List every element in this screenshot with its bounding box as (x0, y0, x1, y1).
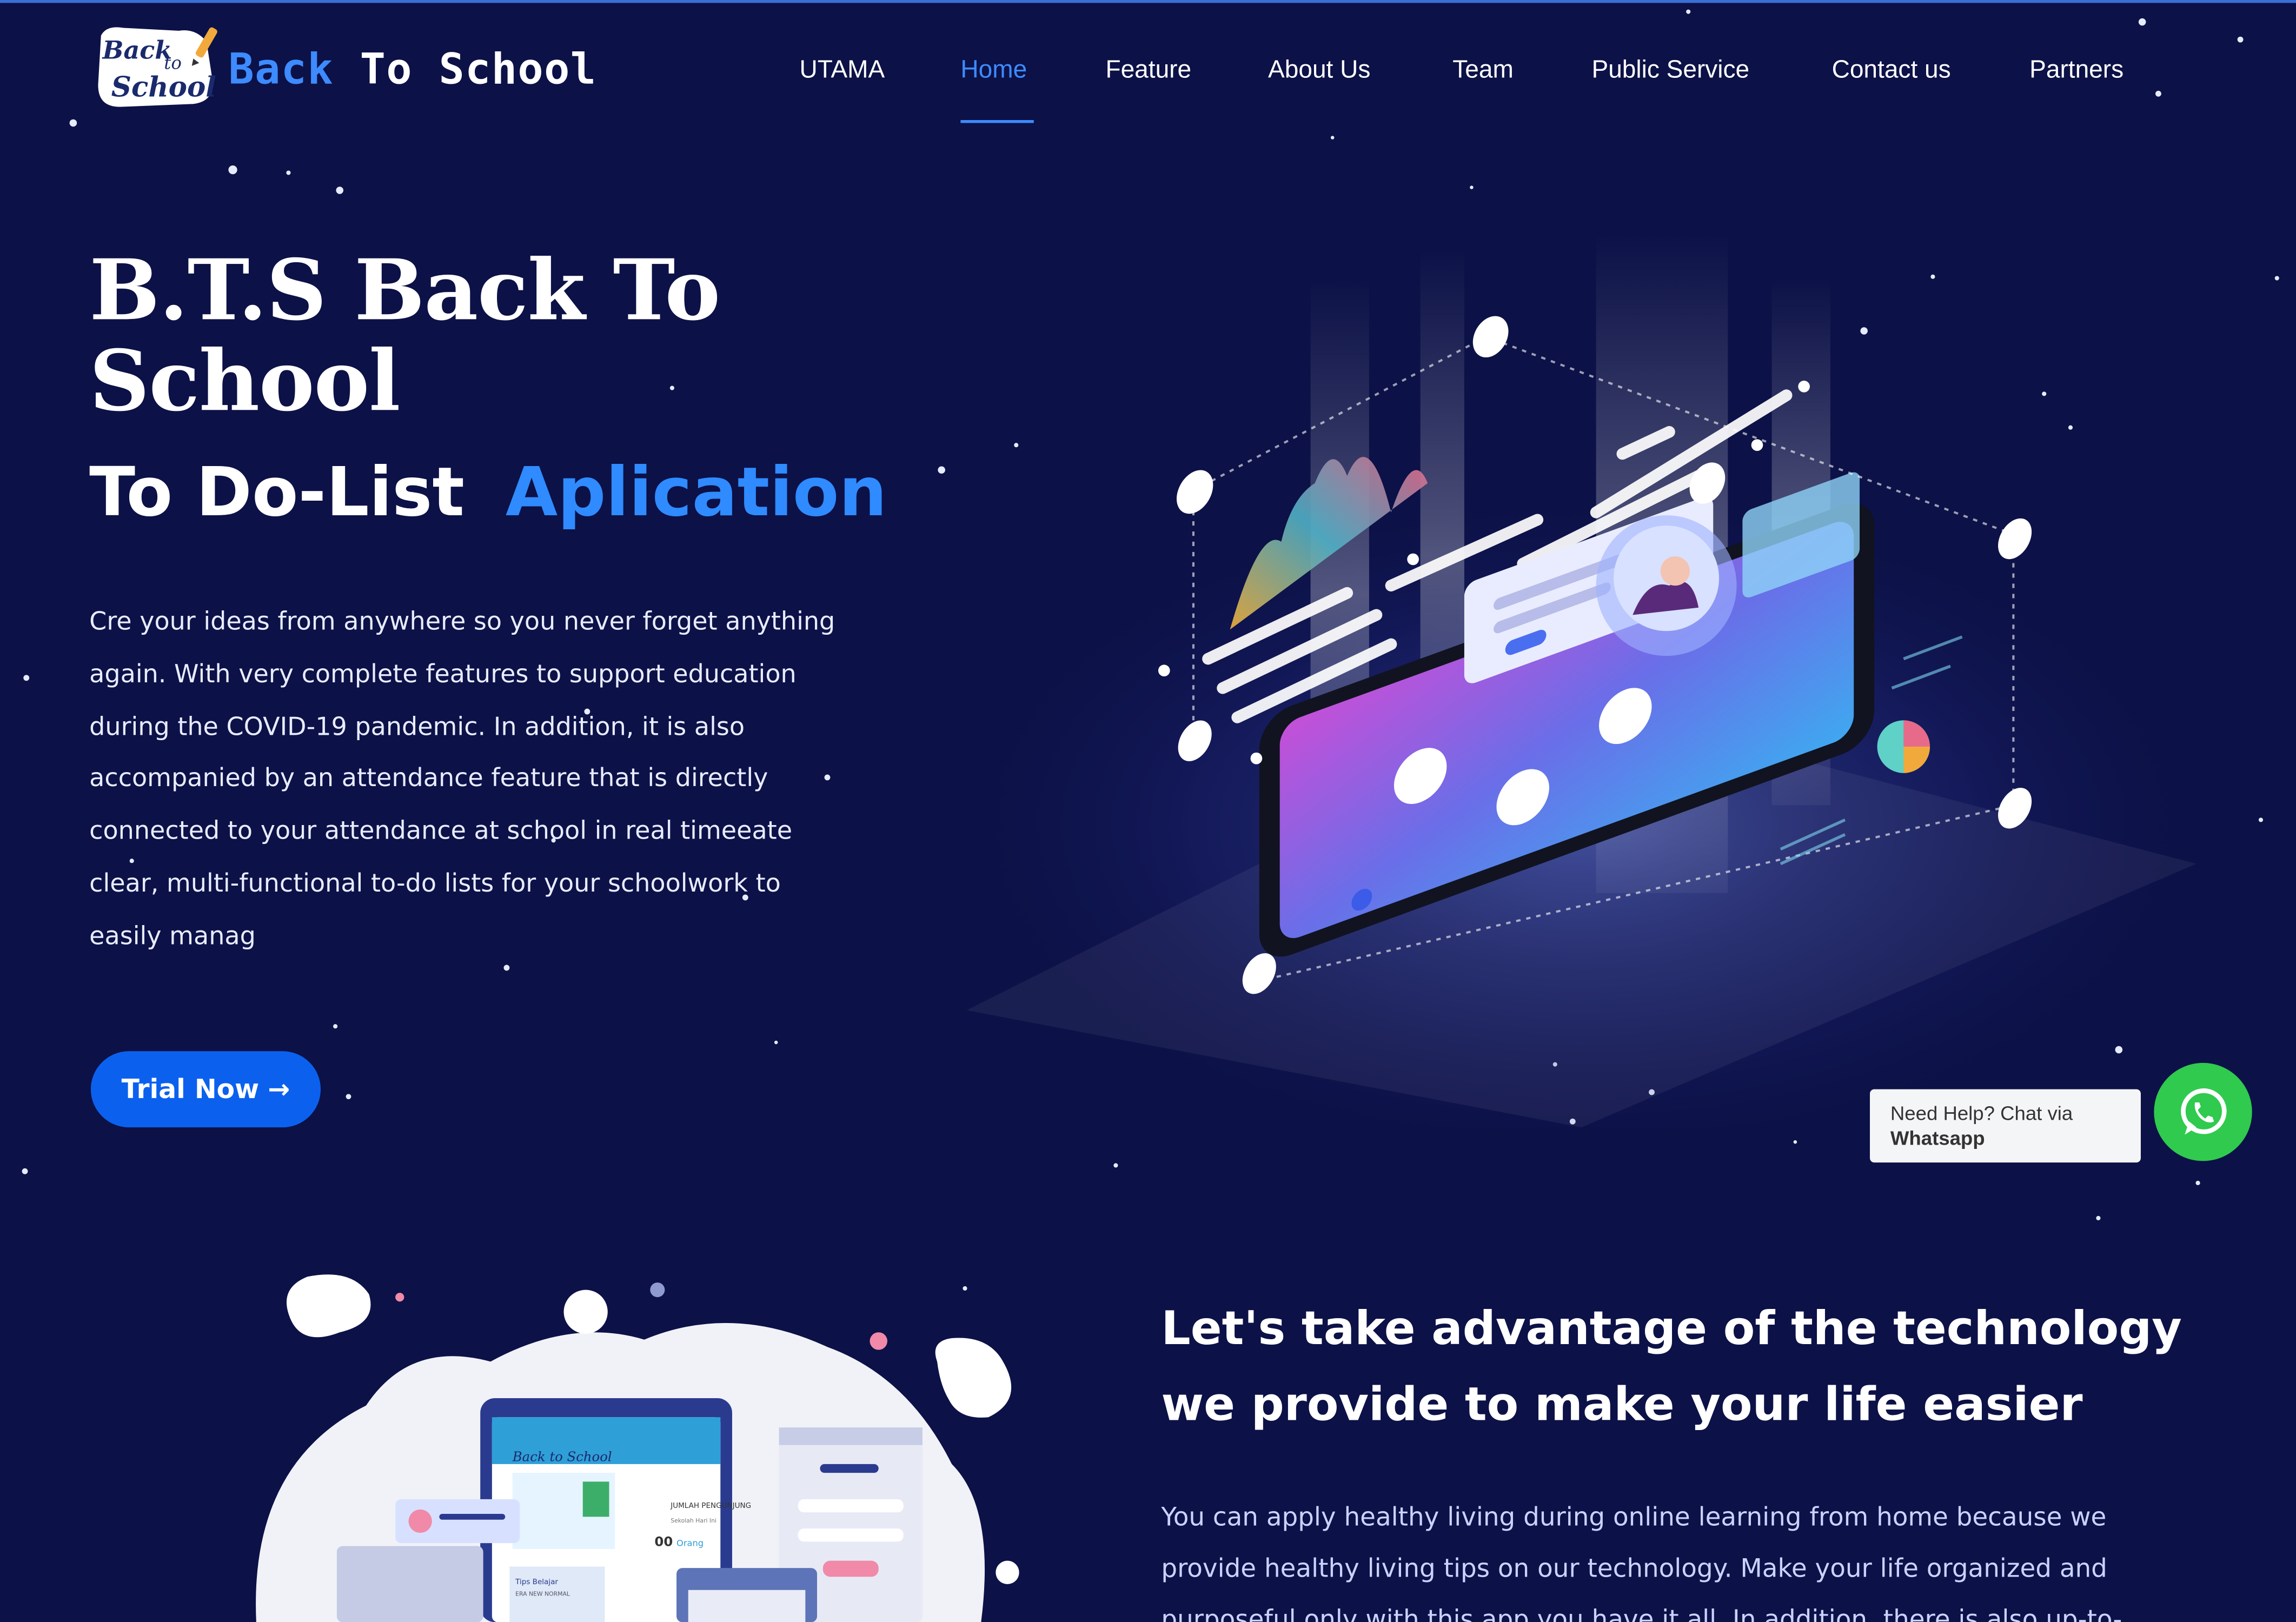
section-description: You can apply healthy living during onli… (1161, 1504, 2122, 1622)
hero-title: B.T.S Back To School (89, 241, 720, 431)
nav-item-utama[interactable]: UTAMA (800, 56, 885, 85)
hero-subtitle-main: To Do-List (89, 452, 464, 531)
nav-item-public-service[interactable]: Public Service (1591, 56, 1749, 85)
hero-description: Cre your ideas from anywhere so you neve… (89, 607, 835, 952)
hero-subtitle: To Do-List Aplication (89, 453, 887, 531)
whatsapp-tooltip-line2: Whatsapp (1890, 1127, 1985, 1149)
app-tips-card-label: Tips Belajar (515, 1578, 558, 1586)
nav-item-partners[interactable]: Partners (2029, 56, 2124, 85)
nav-item-home[interactable]: Home (960, 56, 1027, 85)
main-nav: UTAMA Home Feature About Us Team Public … (0, 56, 2296, 99)
app-screens-illustration: Back to School JUMLAH PENGUNJUNG Sekolah… (256, 1274, 1019, 1622)
whatsapp-icon (2180, 1087, 2226, 1134)
whatsapp-help-tooltip[interactable]: Need Help? Chat via Whatsapp (1869, 1089, 2141, 1163)
app-tips-card-sub: ERA NEW NORMAL (515, 1591, 570, 1598)
nav-item-team[interactable]: Team (1452, 56, 1514, 85)
app-visitor-label: JUMLAH PENGUNJUNG (670, 1501, 751, 1510)
nav-item-contact-us[interactable]: Contact us (1832, 56, 1951, 85)
trial-now-label: Trial Now (121, 1074, 260, 1105)
app-visitor-unit: Orang (676, 1538, 704, 1548)
nav-item-feature[interactable]: Feature (1105, 56, 1191, 85)
nav-item-about-us[interactable]: About Us (1268, 56, 1370, 85)
page: Back to School Back To School UTAMA Home… (0, 0, 2296, 1622)
whatsapp-tooltip-line1: Need Help? Chat via (1890, 1102, 2073, 1125)
trial-now-button[interactable]: Trial Now → (90, 1051, 321, 1128)
phone-isometric-illustration (923, 234, 2226, 1128)
hero-subtitle-accent: Aplication (505, 452, 887, 531)
whatsapp-chat-button[interactable] (2154, 1062, 2252, 1161)
section-title: Let's take advantage of the technology w… (1161, 1303, 2182, 1432)
app-visitor-count: 00 (654, 1534, 673, 1550)
app-logo-mini: Back to School (512, 1448, 612, 1464)
arrow-right-icon: → (268, 1074, 290, 1105)
app-visitor-sublabel: Sekolah Hari Ini (671, 1517, 716, 1524)
active-nav-indicator (960, 120, 1034, 123)
